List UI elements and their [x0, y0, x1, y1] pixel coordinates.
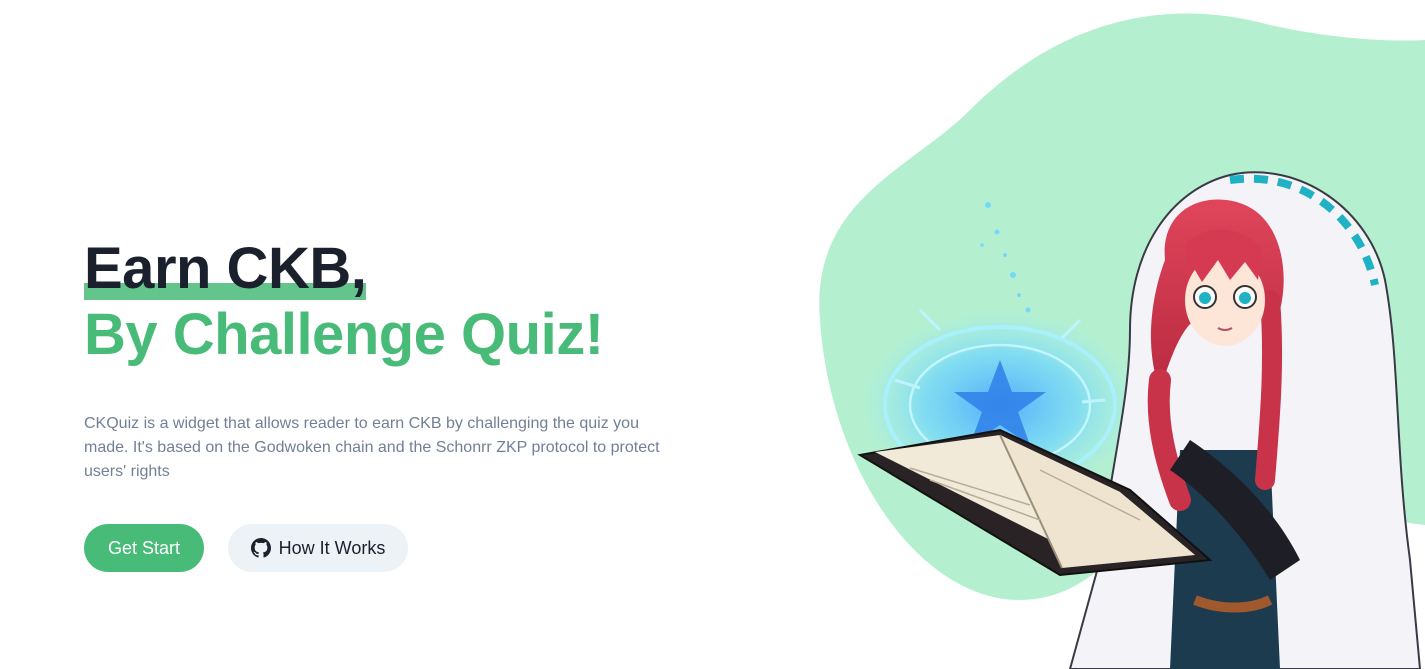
hero-illustration: [819, 13, 1425, 669]
get-start-button[interactable]: Get Start: [84, 524, 204, 572]
hero-actions: Get Start How It Works: [84, 524, 704, 572]
hero-headline: Earn CKB, By Challenge Quiz!: [84, 236, 704, 368]
headline-line-1: Earn CKB,: [84, 236, 367, 301]
how-it-works-label: How It Works: [278, 537, 386, 558]
hero-description: CKQuiz is a widget that allows reader to…: [84, 415, 660, 480]
landing-page: Earn CKB, By Challenge Quiz! CKQuiz is a…: [0, 0, 1425, 669]
headline-line-2: By Challenge Quiz!: [84, 302, 604, 367]
github-icon: [250, 538, 271, 558]
how-it-works-button[interactable]: How It Works: [228, 524, 408, 572]
hero-section: Earn CKB, By Challenge Quiz! CKQuiz is a…: [84, 236, 704, 572]
